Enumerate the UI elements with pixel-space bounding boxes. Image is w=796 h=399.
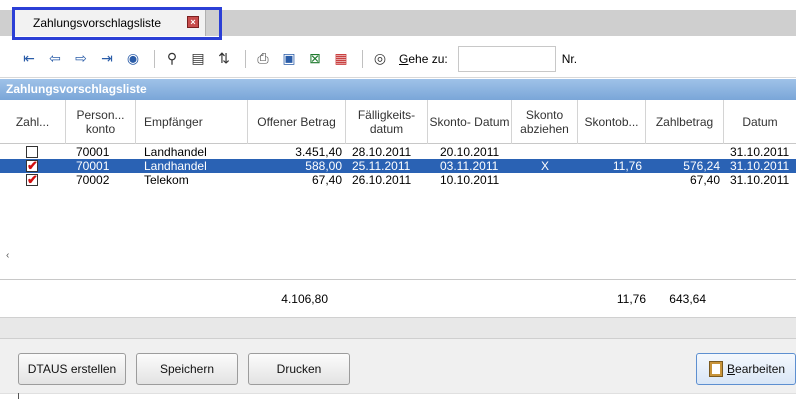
total-betrag: 4.106,80 xyxy=(281,292,328,306)
table-row[interactable]: 70001 Landhandel 3.451,40 28.10.2011 20.… xyxy=(0,145,796,159)
abziehen-cell xyxy=(512,173,578,187)
save-icon[interactable]: ▣ xyxy=(278,49,300,69)
drucken-button[interactable]: Drucken xyxy=(248,353,350,385)
search-icon[interactable]: ⚲ xyxy=(161,49,183,69)
goto-suffix: Nr. xyxy=(561,51,578,66)
column-header-skonto-abziehen[interactable]: Skonto abziehen xyxy=(512,100,578,144)
betrag-cell: 3.451,40 xyxy=(295,145,342,159)
pay-checkbox[interactable] xyxy=(26,158,38,174)
datum-cell: 31.10.2011 xyxy=(730,145,790,159)
last-icon[interactable]: ⇥ xyxy=(96,49,118,69)
scroll-left-icon[interactable]: ‹ xyxy=(6,250,9,261)
tab-focus-highlight xyxy=(12,7,222,40)
skontob-cell xyxy=(578,145,642,159)
skontodatum-cell: 20.10.2011 xyxy=(440,145,500,159)
column-header-zahlbetrag[interactable]: Zahlbetrag xyxy=(646,100,724,144)
column-header-datum[interactable]: Datum xyxy=(724,100,796,144)
total-zahlbetrag: 643,64 xyxy=(669,292,706,306)
datum-cell: 31.10.2011 xyxy=(730,173,790,187)
faellig-cell: 26.10.2011 xyxy=(352,173,412,187)
bottom-border xyxy=(0,393,796,399)
faellig-cell: 28.10.2011 xyxy=(352,145,412,159)
empfaenger-cell: Landhandel xyxy=(144,145,207,159)
toolbar-separator xyxy=(154,49,155,68)
tab-strip: Zahlungsvorschlagsliste × xyxy=(0,0,796,40)
print-icon[interactable]: ⎙ xyxy=(252,49,274,69)
zahlbetrag-cell: 576,24 xyxy=(683,159,720,173)
faellig-cell: 25.11.2011 xyxy=(352,159,411,173)
bearbeiten-button[interactable]: Bearbeiten xyxy=(696,353,796,385)
toolbar-separator xyxy=(362,49,363,68)
abziehen-cell: X xyxy=(540,159,549,173)
clipboard-icon xyxy=(709,361,723,377)
total-skontob: 11,76 xyxy=(616,292,646,306)
goto-input[interactable] xyxy=(457,45,556,72)
empfaenger-cell: Landhandel xyxy=(144,159,207,173)
zahlbetrag-cell xyxy=(646,145,720,159)
panel-title: Zahlungsvorschlagsliste xyxy=(0,79,796,100)
filter-icon[interactable]: ⇅ xyxy=(213,49,235,69)
preview-icon[interactable]: ▤ xyxy=(187,49,209,69)
skontob-cell: 11,76 xyxy=(612,159,642,173)
pay-checkbox[interactable] xyxy=(26,172,38,188)
betrag-cell: 588,00 xyxy=(305,159,342,173)
button-bar: DTAUS erstellen Speichern Drucken Bearbe… xyxy=(0,338,796,399)
spacer xyxy=(0,318,796,338)
konto-cell: 70001 xyxy=(76,159,110,173)
first-icon[interactable]: ⇤ xyxy=(18,49,40,69)
pay-checkbox[interactable] xyxy=(26,146,38,158)
totals-row: 4.106,80 11,76 643,64 xyxy=(0,280,796,318)
konto-cell: 70002 xyxy=(76,173,110,187)
column-header-offener-betrag[interactable]: Offener Betrag xyxy=(248,100,346,144)
dtaus-erstellen-button[interactable]: DTAUS erstellen xyxy=(18,353,126,385)
next-icon[interactable]: ⇨ xyxy=(70,49,92,69)
skontodatum-cell: 03.11.2011 xyxy=(440,159,499,173)
toolbar: ⇤ ⇦ ⇨ ⇥ ◉ ⚲ ▤ ⇅ ⎙ ▣ ⊠ ▦ ◎ Gehe zu: Nr. xyxy=(0,40,796,78)
column-header-zahl[interactable]: Zahl... xyxy=(0,100,66,144)
toolbar-separator xyxy=(245,49,246,68)
skontodatum-cell: 10.10.2011 xyxy=(440,173,500,187)
skontob-cell xyxy=(578,173,642,187)
empfaenger-cell: Telekom xyxy=(144,173,189,187)
column-header-skontobetrag[interactable]: Skontob... xyxy=(578,100,646,144)
betrag-cell: 67,40 xyxy=(311,173,342,187)
payment-grid: Zahl... Person... konto Empfänger Offene… xyxy=(0,100,796,280)
excel-icon[interactable]: ⊠ xyxy=(304,49,326,69)
table-row-selected[interactable]: 70001 Landhandel 588,00 25.11.2011 03.11… xyxy=(0,158,796,174)
pdf-icon[interactable]: ▦ xyxy=(330,49,352,69)
bottom-tick xyxy=(18,393,19,399)
abziehen-cell xyxy=(512,145,578,159)
refresh-icon[interactable]: ◉ xyxy=(122,49,144,69)
bearbeiten-label: Bearbeiten xyxy=(727,362,786,376)
datum-cell: 31.10.2011 xyxy=(730,159,790,173)
grid-header: Zahl... Person... konto Empfänger Offene… xyxy=(0,100,796,144)
column-header-empfaenger[interactable]: Empfänger xyxy=(136,100,248,144)
table-row[interactable]: 70002 Telekom 67,40 26.10.2011 10.10.201… xyxy=(0,172,796,188)
speichern-button[interactable]: Speichern xyxy=(136,353,238,385)
prev-icon[interactable]: ⇦ xyxy=(44,49,66,69)
help-icon[interactable]: ◎ xyxy=(369,49,391,69)
column-header-skonto-datum[interactable]: Skonto- Datum xyxy=(428,100,512,144)
goto-label: Gehe zu: xyxy=(399,51,448,66)
column-header-personenkonto[interactable]: Person... konto xyxy=(66,100,136,144)
konto-cell: 70001 xyxy=(76,145,110,159)
column-header-faelligkeitsdatum[interactable]: Fälligkeits- datum xyxy=(346,100,428,144)
zahlbetrag-cell: 67,40 xyxy=(689,173,720,187)
